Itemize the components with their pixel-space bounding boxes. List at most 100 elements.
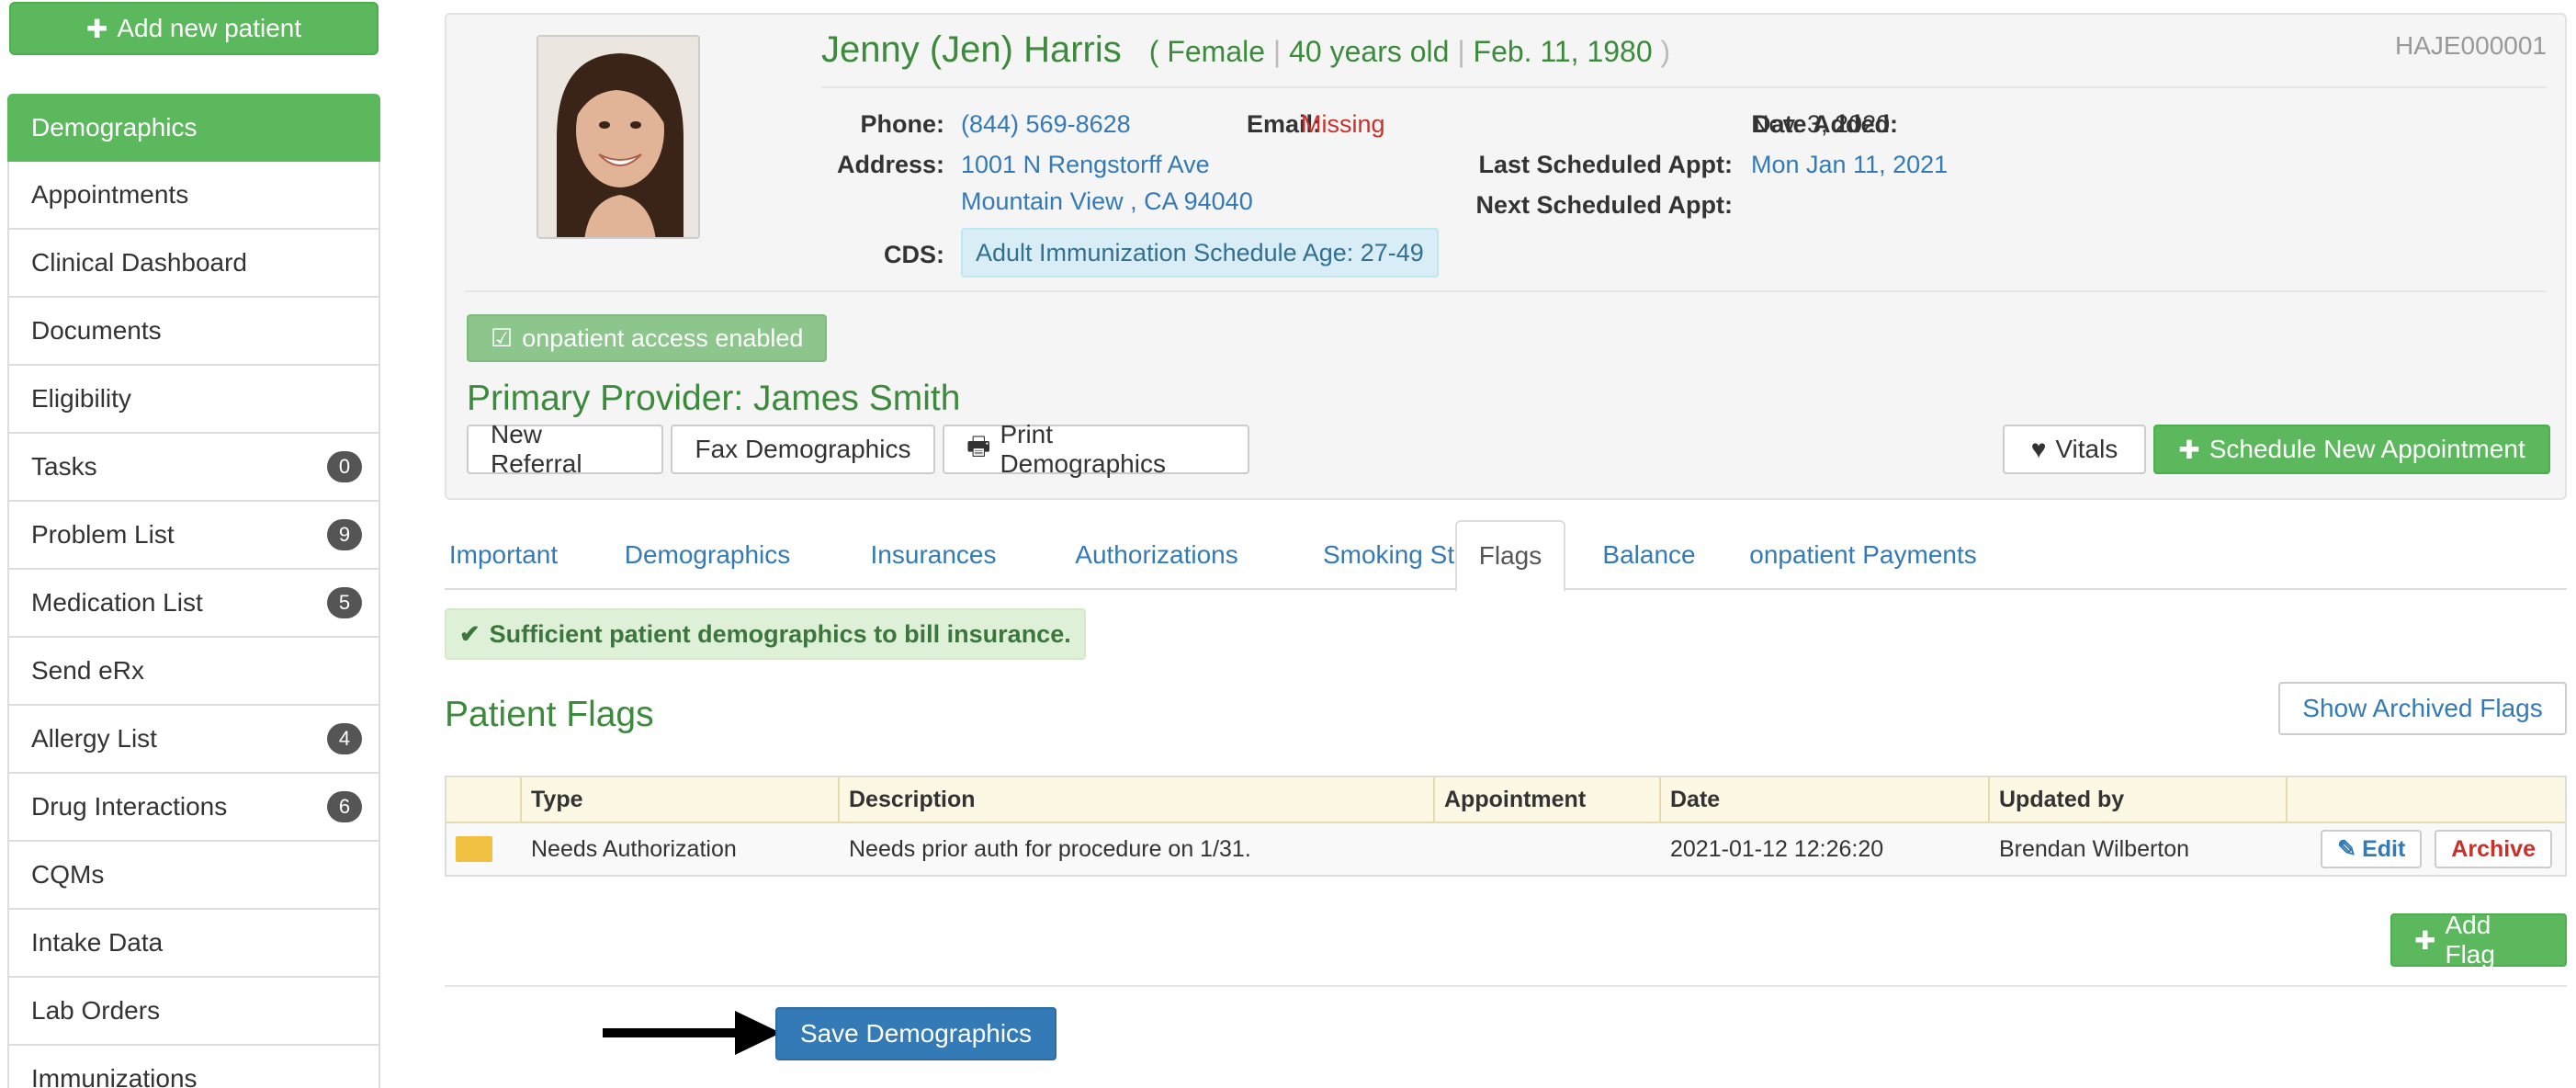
vitals-button[interactable]: ♥ Vitals bbox=[2003, 425, 2146, 474]
sidebar-item-lab-orders[interactable]: Lab Orders bbox=[7, 978, 380, 1046]
new-referral-button[interactable]: New Referral bbox=[467, 420, 663, 478]
fax-demographics-button[interactable]: Fax Demographics bbox=[671, 425, 935, 474]
address-label: Address: bbox=[836, 151, 944, 178]
flag-description: Needs prior auth for procedure on 1/31. bbox=[849, 835, 1251, 862]
sidebar-item-label: Clinical Dashboard bbox=[31, 248, 248, 277]
patient-photo bbox=[537, 35, 700, 239]
address-line1[interactable]: 1001 N Rengstorff Ave bbox=[961, 151, 1210, 179]
heart-icon: ♥ bbox=[2030, 435, 2047, 463]
divider bbox=[821, 86, 2547, 88]
sidebar-nav: Demographics Appointments Clinical Dashb… bbox=[7, 94, 380, 1088]
email-value: Missing bbox=[1301, 110, 1385, 138]
sidebar-item-drug-interactions[interactable]: Drug Interactions 6 bbox=[7, 774, 380, 842]
address-line2[interactable]: Mountain View , CA 94040 bbox=[961, 187, 1253, 216]
tab-balance[interactable]: Balance bbox=[1573, 520, 1725, 590]
count-badge: 4 bbox=[327, 723, 362, 754]
print-demographics-button[interactable]: 🖶 Print Demographics bbox=[943, 420, 1249, 478]
column-header bbox=[2288, 777, 2565, 822]
plus-icon: ✚ bbox=[2414, 925, 2436, 955]
sidebar-item-label: Documents bbox=[31, 316, 162, 345]
tab-important[interactable]: Important bbox=[445, 520, 562, 590]
tab-flags[interactable]: Flags bbox=[1455, 520, 1565, 592]
sidebar-item-send-erx[interactable]: Send eRx bbox=[7, 638, 380, 706]
table-row: Needs Authorization Needs prior auth for… bbox=[446, 823, 2565, 875]
sidebar-item-tasks[interactable]: Tasks 0 bbox=[7, 434, 380, 502]
cds-tag[interactable]: Adult Immunization Schedule Age: 27-49 bbox=[961, 228, 1439, 278]
check-square-icon: ☑ bbox=[491, 323, 514, 352]
add-new-patient-label: Add new patient bbox=[117, 14, 302, 42]
arrow-right-icon bbox=[603, 1011, 781, 1055]
add-new-patient-button[interactable]: ✚ Add new patient bbox=[9, 2, 378, 55]
sidebar-item-immunizations[interactable]: Immunizations bbox=[7, 1046, 380, 1088]
schedule-new-appointment-button[interactable]: ✚ Schedule New Appointment bbox=[2153, 425, 2550, 474]
save-demographics-button[interactable]: Save Demographics bbox=[775, 1007, 1056, 1060]
patient-mrn: HAJE000001 bbox=[2394, 31, 2547, 60]
tab-demographics[interactable]: Demographics bbox=[592, 520, 823, 590]
flag-actions: ✎ Edit Archive bbox=[2288, 823, 2565, 875]
billing-status-text: Sufficient patient demographics to bill … bbox=[489, 619, 1071, 648]
column-header: Updated by bbox=[1990, 777, 2288, 822]
primary-provider: Primary Provider: James Smith bbox=[467, 379, 961, 418]
sidebar-item-label: Tasks bbox=[31, 452, 97, 481]
show-archived-flags-button[interactable]: Show Archived Flags bbox=[2278, 682, 2567, 735]
column-header: Date bbox=[1661, 777, 1990, 822]
sidebar-item-demographics[interactable]: Demographics bbox=[7, 94, 380, 162]
sidebar-item-label: Demographics bbox=[31, 113, 198, 142]
sidebar-item-label: Appointments bbox=[31, 180, 189, 209]
onpatient-access-label: onpatient access enabled bbox=[522, 323, 804, 352]
show-archived-flags-label: Show Archived Flags bbox=[2302, 694, 2543, 722]
billing-status-alert: ✔ Sufficient patient demographics to bil… bbox=[445, 608, 1086, 660]
sidebar-item-eligibility[interactable]: Eligibility bbox=[7, 366, 380, 434]
flag-type: Needs Authorization bbox=[531, 835, 737, 862]
sidebar-item-label: CQMs bbox=[31, 860, 105, 889]
add-flag-button[interactable]: ✚ Add Flag bbox=[2390, 911, 2567, 969]
count-badge: 6 bbox=[327, 791, 362, 822]
count-badge: 0 bbox=[327, 451, 362, 482]
sidebar-item-appointments[interactable]: Appointments bbox=[7, 162, 380, 230]
paren-close: ) bbox=[1660, 35, 1671, 68]
patient-name: Jenny (Jen) Harris bbox=[821, 29, 1122, 70]
sidebar-item-label: Send eRx bbox=[31, 656, 144, 685]
schedule-new-appointment-label: Schedule New Appointment bbox=[2209, 435, 2525, 463]
sidebar-item-intake-data[interactable]: Intake Data bbox=[7, 910, 380, 978]
phone-label: Phone: bbox=[860, 110, 945, 138]
demographics-tabs: Important Demographics Insurances Author… bbox=[445, 520, 2567, 592]
sidebar-item-problem-list[interactable]: Problem List 9 bbox=[7, 502, 380, 570]
last-appt-link[interactable]: Mon Jan 11, 2021 bbox=[1751, 151, 1948, 179]
patient-header-panel: Jenny (Jen) Harris ( Female | 40 years o… bbox=[445, 13, 2567, 500]
tab-insurances[interactable]: Insurances bbox=[842, 520, 1025, 590]
next-appt-label: Next Scheduled Appt: bbox=[1475, 191, 1733, 219]
patient-age: 40 years old bbox=[1289, 35, 1450, 68]
print-demographics-label: Print Demographics bbox=[1000, 420, 1166, 478]
tab-authorizations[interactable]: Authorizations bbox=[1042, 520, 1271, 590]
plus-icon: ✚ bbox=[2178, 435, 2200, 464]
onpatient-access-button[interactable]: ☑ onpatient access enabled bbox=[467, 314, 828, 362]
date-added-value: Nov. 3, 2020 bbox=[1751, 110, 1891, 138]
sidebar-item-cqms[interactable]: CQMs bbox=[7, 842, 380, 910]
table-header: Type Description Appointment Date Update… bbox=[446, 777, 2565, 823]
tab-onpatient-payments[interactable]: onpatient Payments bbox=[1725, 520, 2001, 590]
sidebar-item-allergy-list[interactable]: Allergy List 4 bbox=[7, 706, 380, 774]
count-badge: 9 bbox=[327, 519, 362, 550]
separator: | bbox=[1457, 35, 1465, 68]
column-header: Appointment bbox=[1435, 777, 1661, 822]
sidebar-item-label: Problem List bbox=[31, 520, 175, 549]
flag-color-cell bbox=[446, 823, 522, 875]
patient-dob: Feb. 11, 1980 bbox=[1473, 35, 1653, 68]
archive-flag-button[interactable]: Archive bbox=[2435, 830, 2552, 868]
sidebar-item-label: Immunizations bbox=[31, 1064, 198, 1088]
sidebar-item-clinical-dashboard[interactable]: Clinical Dashboard bbox=[7, 230, 380, 298]
phone-link[interactable]: (844) 569-8628 bbox=[961, 110, 1131, 139]
add-flag-label: Add Flag bbox=[2445, 911, 2495, 969]
flag-color-swatch bbox=[456, 836, 492, 862]
last-appt-label: Last Scheduled Appt: bbox=[1478, 151, 1733, 178]
sidebar-item-label: Lab Orders bbox=[31, 996, 161, 1025]
sidebar-item-medication-list[interactable]: Medication List 5 bbox=[7, 570, 380, 638]
edit-flag-button[interactable]: ✎ Edit bbox=[2321, 830, 2423, 868]
pencil-icon: ✎ bbox=[2337, 836, 2357, 862]
check-icon: ✔ bbox=[459, 619, 480, 648]
patient-meta: ( Female | 40 years old | Feb. 11, 1980 … bbox=[1149, 35, 1670, 69]
sidebar-item-documents[interactable]: Documents bbox=[7, 298, 380, 366]
divider bbox=[445, 985, 2567, 987]
column-header bbox=[446, 777, 522, 822]
